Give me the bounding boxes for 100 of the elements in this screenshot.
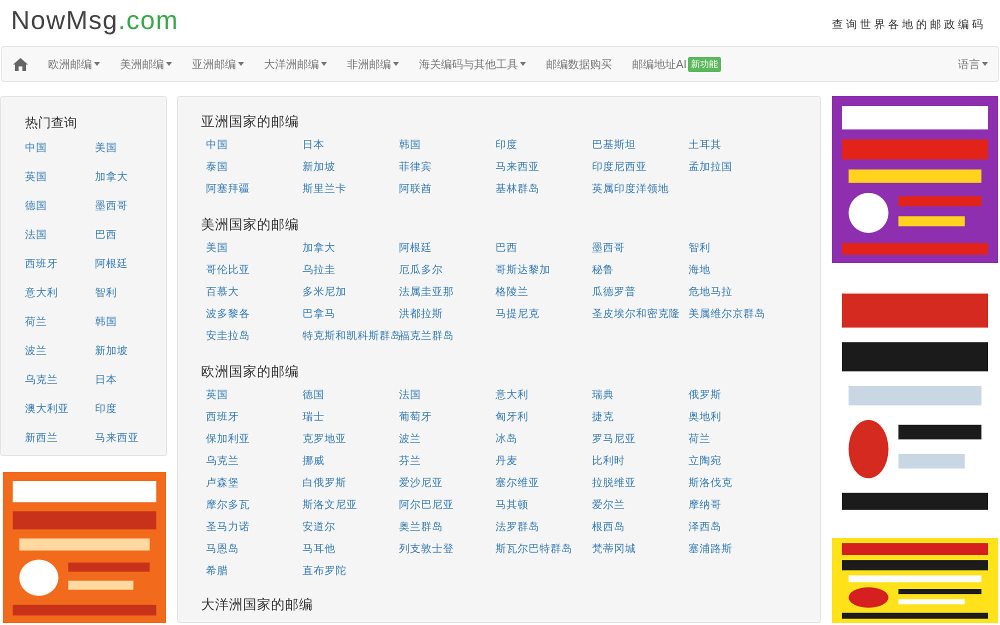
country-link[interactable]: 马恩岛	[206, 541, 239, 558]
country-link[interactable]: 阿尔巴尼亚	[399, 497, 454, 514]
country-link[interactable]: 新西兰	[25, 430, 58, 447]
country-link[interactable]: 根西岛	[592, 519, 625, 536]
country-link[interactable]: 马来西亚	[95, 430, 139, 447]
country-link[interactable]: 中国	[206, 137, 228, 154]
country-link[interactable]: 挪威	[302, 453, 324, 470]
country-link[interactable]: 菲律宾	[399, 159, 432, 176]
country-link[interactable]: 福克兰群岛	[399, 328, 454, 345]
nav-link[interactable]: 邮编数据购买	[536, 56, 622, 72]
nav-link[interactable]: 语言	[948, 56, 998, 72]
country-link[interactable]: 英国	[25, 169, 47, 186]
country-link[interactable]: 卢森堡	[206, 475, 239, 492]
country-link[interactable]: 法国	[25, 227, 47, 244]
country-link[interactable]: 摩纳哥	[688, 497, 722, 514]
country-link[interactable]: 波兰	[399, 431, 421, 448]
country-link[interactable]: 韩国	[95, 314, 117, 331]
country-link[interactable]: 马来西亚	[496, 159, 540, 176]
country-link[interactable]: 希腊	[206, 563, 228, 580]
country-link[interactable]: 罗马尼亚	[592, 431, 636, 448]
country-link[interactable]: 乌拉圭	[302, 262, 336, 279]
country-link[interactable]: 美国	[95, 140, 117, 157]
country-link[interactable]: 海地	[688, 262, 710, 279]
country-link[interactable]: 奥地利	[688, 409, 722, 426]
country-link[interactable]: 墨西哥	[592, 240, 625, 257]
country-link[interactable]: 直布罗陀	[302, 563, 346, 580]
country-link[interactable]: 波兰	[25, 343, 47, 360]
country-link[interactable]: 巴西	[95, 227, 117, 244]
country-link[interactable]: 爱尔兰	[592, 497, 625, 514]
country-link[interactable]: 智利	[95, 285, 117, 302]
country-link[interactable]: 斯洛文尼亚	[302, 497, 358, 514]
country-link[interactable]: 洪都拉斯	[399, 306, 443, 323]
country-link[interactable]: 韩国	[399, 137, 421, 154]
country-link[interactable]: 乌克兰	[25, 372, 58, 389]
country-link[interactable]: 西班牙	[206, 409, 239, 426]
country-link[interactable]: 智利	[688, 240, 710, 257]
country-link[interactable]: 阿根廷	[399, 240, 432, 257]
nav-link[interactable]: 海关编码与其他工具	[409, 56, 536, 72]
country-link[interactable]: 多米尼加	[302, 284, 346, 301]
nav-link[interactable]: 亚洲邮编	[182, 56, 254, 72]
country-link[interactable]: 美国	[206, 240, 228, 257]
country-link[interactable]: 巴基斯坦	[592, 137, 636, 154]
country-link[interactable]: 德国	[25, 198, 47, 215]
nav-link[interactable]: 邮编地址AI 新功能	[622, 56, 731, 72]
country-link[interactable]: 危地马拉	[688, 284, 732, 301]
country-link[interactable]: 梵蒂冈城	[592, 541, 636, 558]
country-link[interactable]: 中国	[25, 140, 47, 157]
country-link[interactable]: 瑞士	[302, 409, 324, 426]
country-link[interactable]: 白俄罗斯	[302, 475, 346, 492]
country-link[interactable]: 法国	[399, 387, 421, 404]
country-link[interactable]: 加拿大	[95, 169, 128, 186]
country-link[interactable]: 冰岛	[496, 431, 518, 448]
country-link[interactable]: 波多黎各	[206, 306, 250, 323]
country-link[interactable]: 泰国	[206, 159, 228, 176]
country-link[interactable]: 泽西岛	[688, 519, 722, 536]
country-link[interactable]: 立陶宛	[688, 453, 722, 470]
country-link[interactable]: 英属印度洋领地	[592, 181, 669, 198]
country-link[interactable]: 英国	[206, 387, 228, 404]
country-link[interactable]: 阿联酋	[399, 181, 432, 198]
country-link[interactable]: 爱沙尼亚	[399, 475, 443, 492]
country-link[interactable]: 葡萄牙	[399, 409, 432, 426]
country-link[interactable]: 土耳其	[688, 137, 722, 154]
country-link[interactable]: 乌克兰	[206, 453, 239, 470]
country-link[interactable]: 瓜德罗普	[592, 284, 636, 301]
country-link[interactable]: 摩尔多瓦	[206, 497, 250, 514]
country-link[interactable]: 新加坡	[302, 159, 336, 176]
country-link[interactable]: 马其顿	[496, 497, 528, 514]
country-link[interactable]: 秘鲁	[592, 262, 614, 279]
country-link[interactable]: 法属圭亚那	[399, 284, 454, 301]
country-link[interactable]: 塞尔维亚	[496, 475, 540, 492]
country-link[interactable]: 芬兰	[399, 453, 421, 470]
country-link[interactable]: 保加利亚	[206, 431, 250, 448]
country-link[interactable]: 拉脱维亚	[592, 475, 636, 492]
country-link[interactable]: 格陵兰	[496, 284, 528, 301]
nav-link[interactable]: 美洲邮编	[110, 56, 182, 72]
country-link[interactable]: 荷兰	[688, 431, 710, 448]
country-link[interactable]: 基林群岛	[496, 181, 540, 198]
country-link[interactable]: 孟加拉国	[688, 159, 732, 176]
country-link[interactable]: 意大利	[25, 285, 58, 302]
country-link[interactable]: 奥兰群岛	[399, 519, 443, 536]
country-link[interactable]: 西班牙	[25, 256, 58, 273]
country-link[interactable]: 阿根廷	[95, 256, 128, 273]
country-link[interactable]: 特克斯和凯科斯群岛	[302, 328, 402, 345]
country-link[interactable]: 巴拿马	[302, 306, 336, 323]
country-link[interactable]: 列支敦士登	[399, 541, 454, 558]
country-link[interactable]: 斯瓦尔巴特群岛	[496, 541, 572, 558]
country-link[interactable]: 比利时	[592, 453, 625, 470]
country-link[interactable]: 捷克	[592, 409, 614, 426]
country-link[interactable]: 新加坡	[95, 343, 128, 360]
country-link[interactable]: 马提尼克	[496, 306, 540, 323]
country-link[interactable]: 塞浦路斯	[688, 541, 732, 558]
country-link[interactable]: 哥伦比亚	[206, 262, 250, 279]
country-link[interactable]: 印度	[496, 137, 518, 154]
country-link[interactable]: 圣马力诺	[206, 519, 250, 536]
country-link[interactable]: 圣皮埃尔和密克隆	[592, 306, 680, 323]
country-link[interactable]: 斯里兰卡	[302, 181, 346, 198]
nav-link[interactable]: 大洋洲邮编	[254, 56, 337, 72]
country-link[interactable]: 美属维尔京群岛	[688, 306, 766, 323]
country-link[interactable]: 阿塞拜疆	[206, 181, 250, 198]
country-link[interactable]: 印度	[95, 401, 117, 418]
